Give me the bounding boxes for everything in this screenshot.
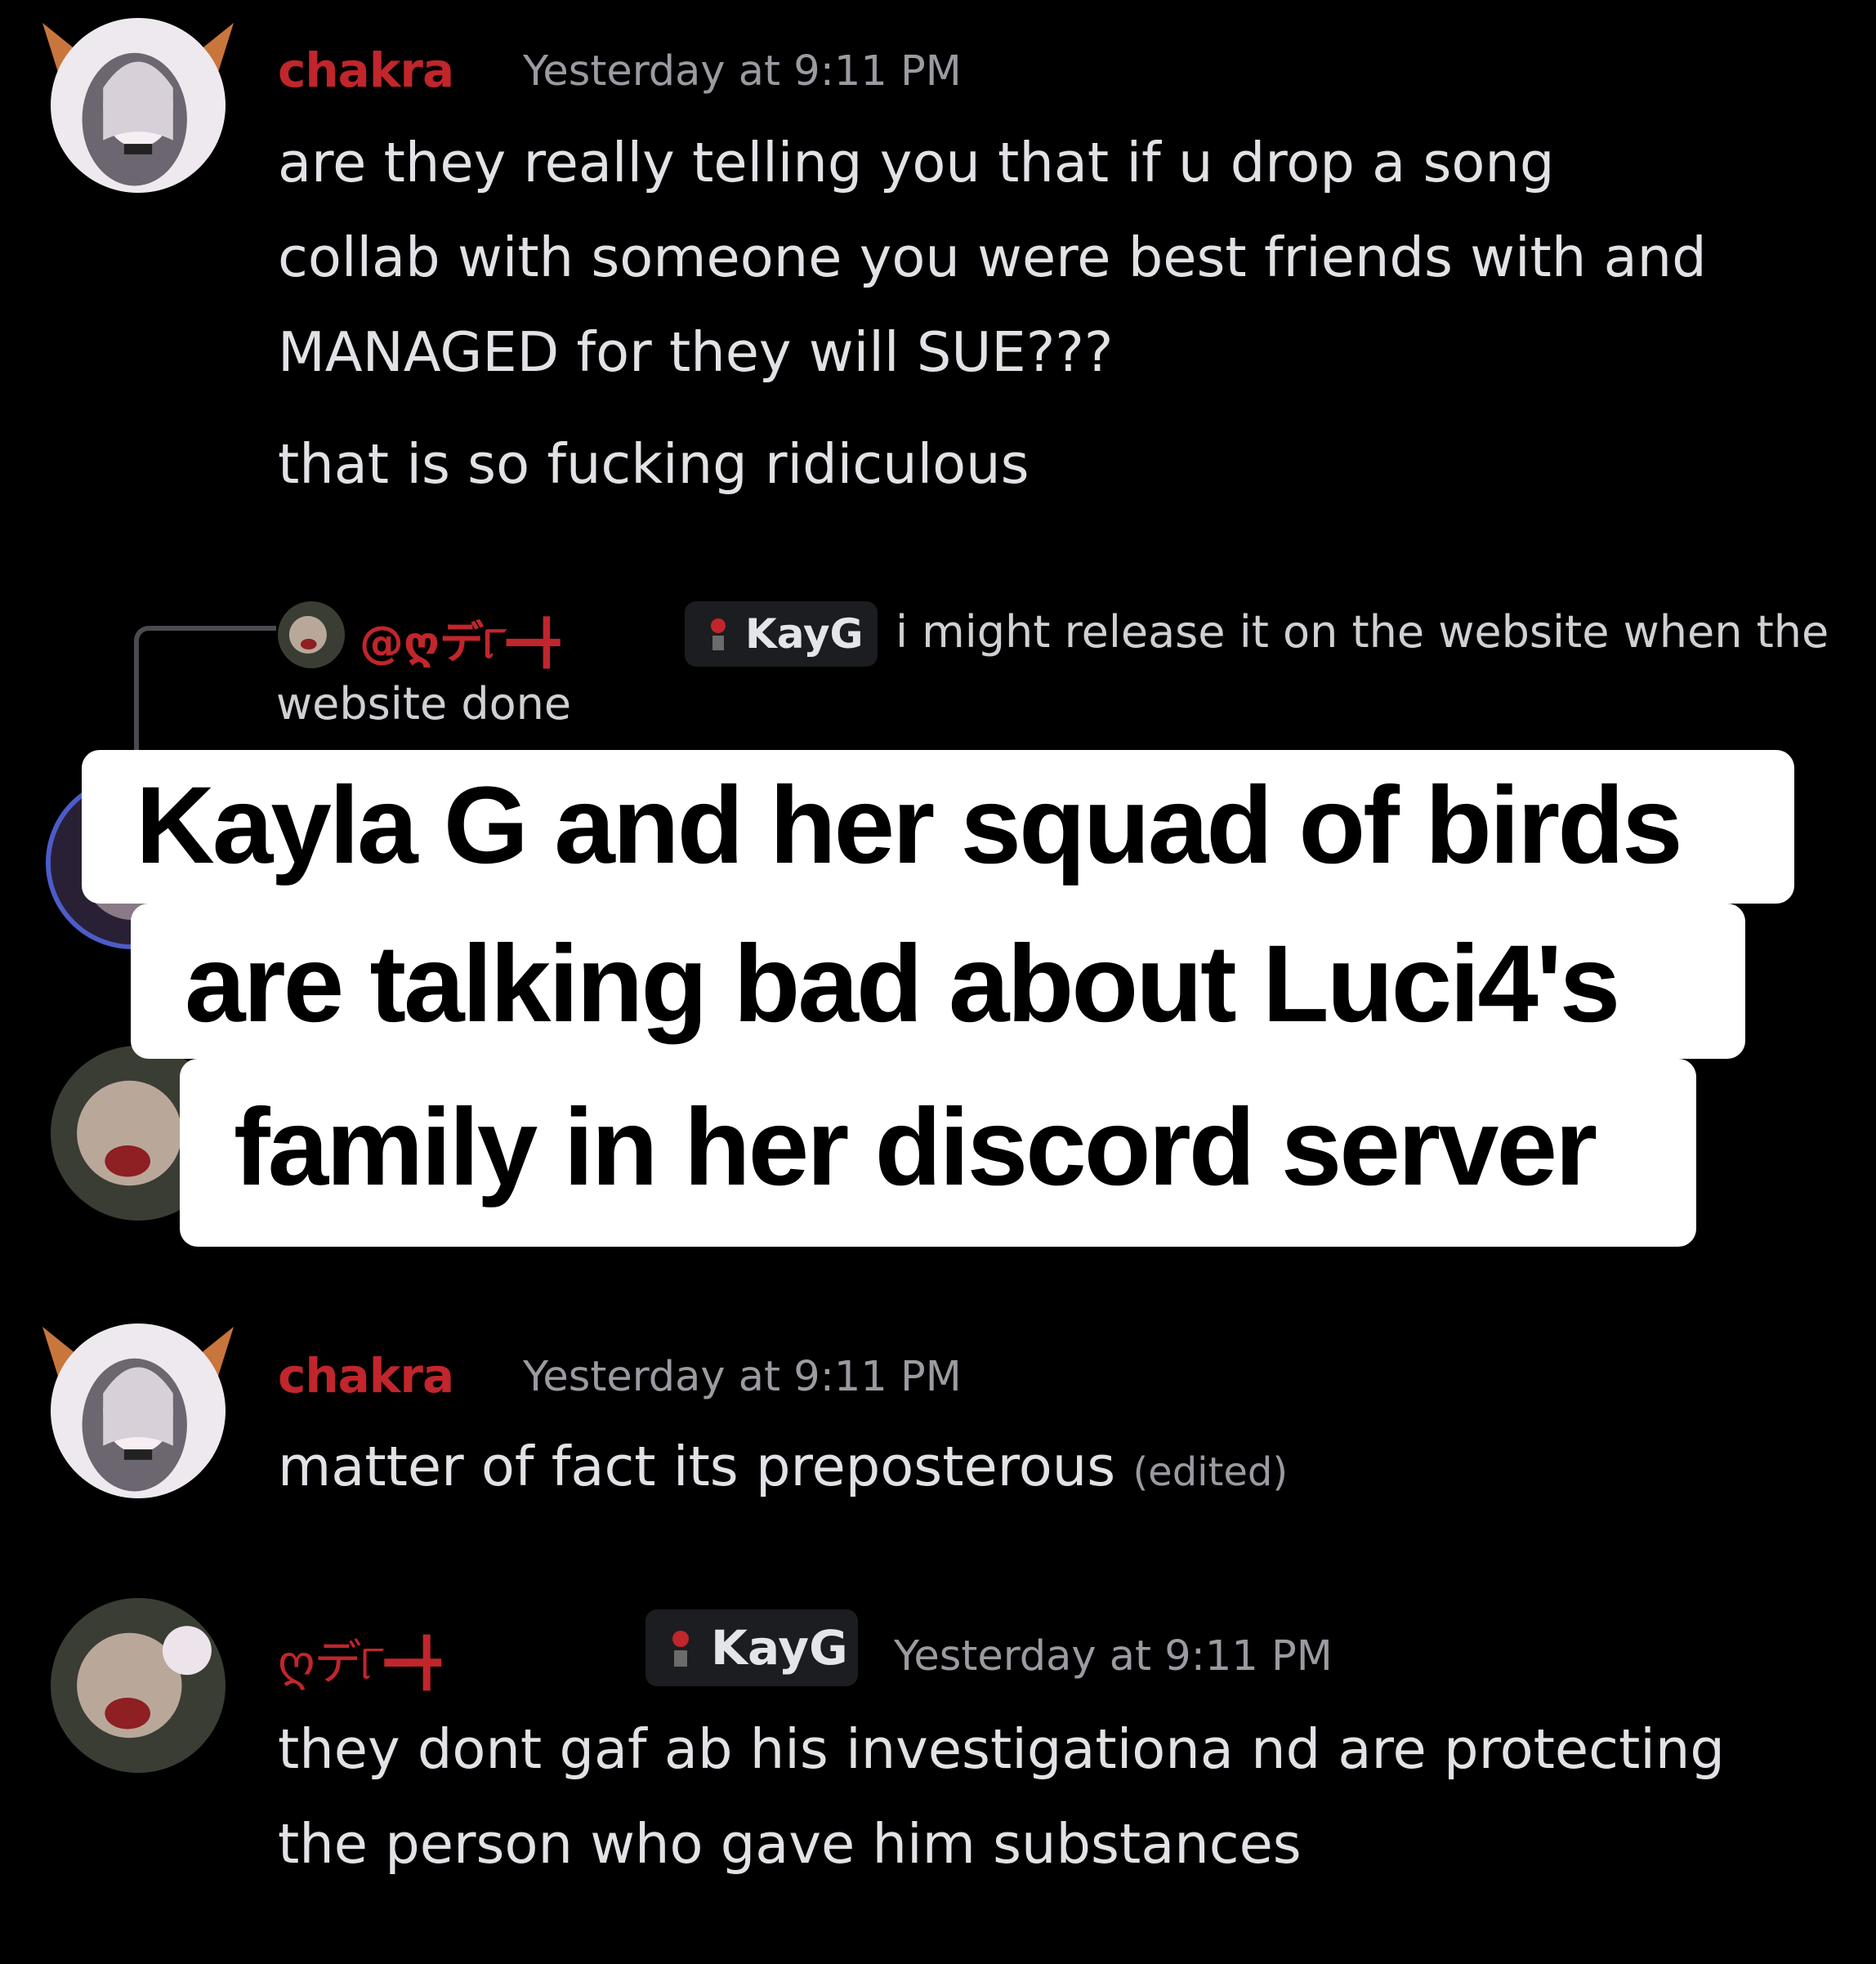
reply-text: i might release it on the website when t… xyxy=(896,606,1829,658)
message-line: are they really telling you that if u dr… xyxy=(278,131,1555,194)
role-icon xyxy=(703,616,734,652)
avatar[interactable] xyxy=(51,1598,226,1773)
caption-line-2: are talking bad about Luci4's xyxy=(185,923,1620,1045)
role-tag[interactable]: KayG xyxy=(685,601,878,667)
timestamp: Yesterday at 9:11 PM xyxy=(894,1632,1333,1681)
role-icon xyxy=(663,1627,698,1668)
avatar[interactable] xyxy=(51,1323,226,1498)
caption-line-1: Kayla G and her squad of birds xyxy=(136,765,1683,886)
timestamp: Yesterday at 9:11 PM xyxy=(523,1353,962,1401)
reply-mention[interactable]: @ღデ୮━╋ xyxy=(360,606,560,671)
avatar[interactable] xyxy=(51,18,226,193)
message-line: matter of fact its preposterous (edited) xyxy=(278,1418,1288,1520)
message-line: they dont gaf ab his investigationa nd a… xyxy=(278,1717,1725,1781)
username[interactable]: chakra xyxy=(278,1348,454,1404)
message-line: the person who gave him substances xyxy=(278,1812,1302,1876)
role-tag[interactable]: KayG xyxy=(645,1609,858,1686)
message-text: matter of fact its preposterous xyxy=(278,1435,1116,1498)
username[interactable]: ღデ୮━╋ xyxy=(278,1624,441,1693)
role-tag-label: KayG xyxy=(745,610,864,658)
message-line: collab with someone you were best friend… xyxy=(278,225,1707,289)
username[interactable]: chakra xyxy=(278,42,454,98)
role-tag-label: KayG xyxy=(711,1620,848,1676)
reply-avatar xyxy=(278,601,345,668)
reply-connector xyxy=(134,626,276,761)
message-line: MANAGED for they will SUE??? xyxy=(278,320,1114,384)
reply-text: website done xyxy=(276,678,572,730)
message-line: that is so fucking ridiculous xyxy=(278,432,1030,496)
caption-line-3: family in her discord server xyxy=(234,1087,1597,1208)
edited-label: (edited) xyxy=(1132,1449,1289,1495)
timestamp: Yesterday at 9:11 PM xyxy=(523,47,962,96)
